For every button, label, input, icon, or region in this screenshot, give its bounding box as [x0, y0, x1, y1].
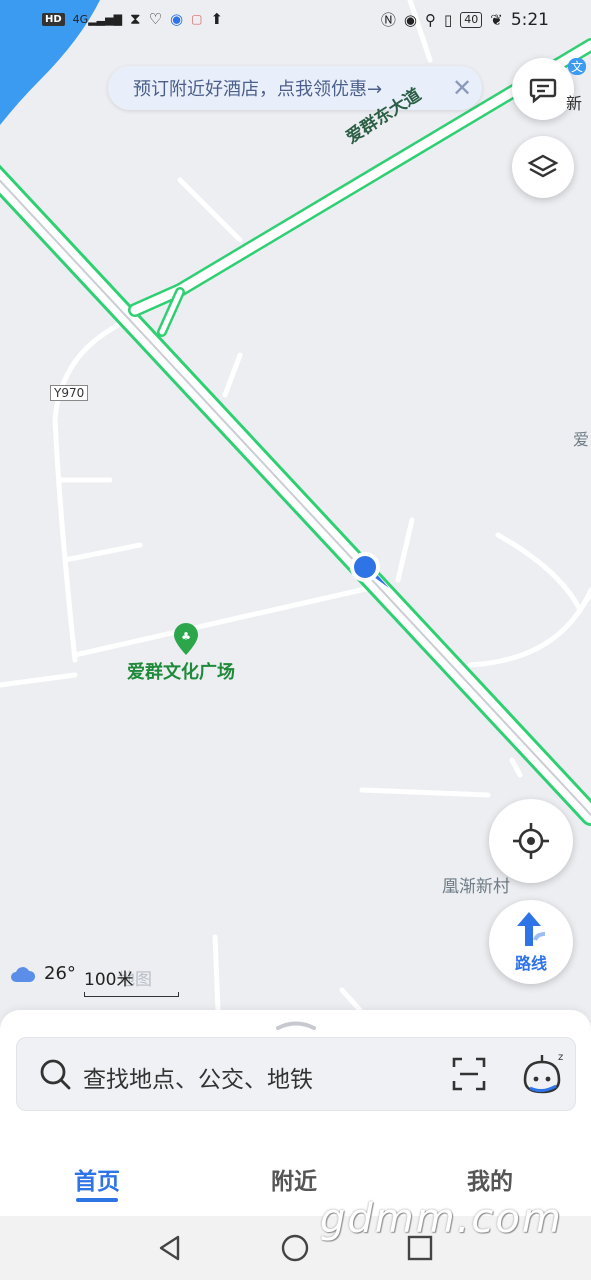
poi-label[interactable]: 爱群文化广场 — [127, 658, 235, 684]
layers-button[interactable] — [512, 136, 574, 198]
edge-label-right: 爱 — [573, 430, 590, 449]
crosshair-icon — [513, 823, 549, 859]
vibrate-icon: ▯ — [443, 10, 453, 29]
weather-widget[interactable]: 26° — [10, 963, 76, 984]
locate-me-button[interactable] — [489, 799, 573, 883]
scan-icon[interactable] — [452, 1057, 486, 1091]
app-icon: ▢ — [191, 12, 203, 26]
upload-icon: ⬆ — [210, 10, 224, 28]
home-icon[interactable] — [281, 1234, 309, 1262]
status-bar: HD 4G▂▃▅▇ ⧗ ♡ ◉ ▢ ⬆ Ⓝ ◉ ⚲ ▯ 40 ❦ 5:21 — [0, 0, 591, 40]
map-view[interactable]: HD 4G▂▃▅▇ ⧗ ♡ ◉ ▢ ⬆ Ⓝ ◉ ⚲ ▯ 40 ❦ 5:21 预订… — [0, 0, 591, 1020]
hotel-promo-banner[interactable]: 预订附近好酒店，点我领优惠→ ✕ — [108, 66, 482, 110]
close-icon[interactable]: ✕ — [442, 74, 482, 102]
svg-text:♣: ♣ — [181, 630, 191, 643]
cloud-icon — [11, 966, 36, 982]
village-label: 凰渐新村 — [442, 877, 510, 897]
clock: 5:21 — [510, 9, 549, 30]
search-bar[interactable]: 查找地点、公交、地铁 z — [16, 1037, 576, 1111]
back-icon[interactable] — [156, 1234, 184, 1262]
signal-icon: 4G▂▃▅▇ — [72, 12, 123, 26]
search-placeholder[interactable]: 查找地点、公交、地铁 — [83, 1060, 313, 1094]
poi-park-icon[interactable]: ♣ — [172, 622, 200, 656]
site-watermark: gdmm.com — [320, 1196, 563, 1242]
temperature: 26° — [44, 963, 76, 984]
route-arrow-icon — [517, 912, 546, 946]
sheet-handle-icon[interactable] — [275, 1018, 317, 1030]
search-icon — [40, 1059, 71, 1090]
nfc-icon: Ⓝ — [380, 11, 396, 29]
scale-text: 100米 — [84, 970, 134, 990]
route-label: 路线 — [514, 954, 547, 973]
edge-label-top: 新 — [566, 94, 583, 113]
tab-nearby[interactable]: 附近 — [271, 1162, 317, 1196]
hourglass-icon: ⧗ — [130, 10, 141, 28]
message-button[interactable] — [512, 58, 574, 120]
assistant-bot-icon[interactable]: z — [520, 1050, 566, 1096]
app-icon: ◉ — [170, 10, 184, 28]
current-location-marker — [350, 552, 389, 588]
location-icon: ⚲ — [424, 10, 436, 29]
tab-home[interactable]: 首页 — [74, 1162, 120, 1196]
svg-text:z: z — [558, 1052, 563, 1063]
chat-icon — [529, 78, 557, 104]
route-button[interactable]: 路线 — [489, 900, 573, 984]
edge-badge: 文 — [568, 58, 587, 75]
battery-icon: 40 — [460, 11, 483, 28]
eye-icon: ◉ — [403, 10, 417, 29]
active-tab-indicator — [76, 1198, 118, 1202]
heart-icon: ♡ — [148, 10, 163, 28]
road-badge: Y970 — [50, 385, 89, 401]
layers-icon — [527, 154, 559, 178]
leaf-icon: ❦ — [490, 10, 503, 29]
scale-bar: 100米 — [84, 965, 179, 997]
scale-line — [84, 992, 179, 997]
hd-indicator: HD — [42, 12, 65, 26]
tab-mine[interactable]: 我的 — [467, 1162, 513, 1196]
